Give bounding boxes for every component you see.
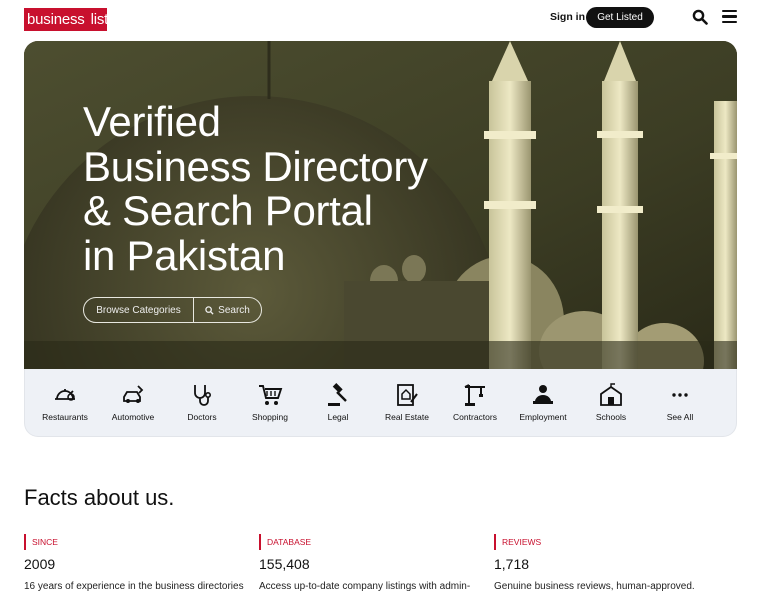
category-label: Automotive [111,412,155,422]
real-estate-icon [397,384,418,406]
category-bar: Restaurants Automotive Doctors Shopping … [24,369,737,437]
automotive-icon [123,385,144,403]
category-label: Contractors [453,412,497,422]
category-real-estate[interactable]: Real Estate [373,382,441,422]
fact-value: 2009 [24,556,56,572]
get-listed-button[interactable]: Get Listed [586,7,654,28]
employee-icon [533,385,553,404]
category-label: Schools [595,412,627,422]
stethoscope-icon [194,385,211,406]
category-restaurants[interactable]: Restaurants [31,382,99,422]
category-automotive[interactable]: Automotive [99,382,167,422]
category-label: Restaurants [42,412,88,422]
category-see-all[interactable]: See All [646,382,714,422]
school-icon [600,383,622,406]
hero-title: Verified Business Directory & Search Por… [83,98,503,279]
category-employment[interactable]: Employment [509,382,577,422]
hero-title-line: in Pakistan [83,231,286,279]
facts-heading: Facts about us. [24,485,175,510]
search-icon[interactable] [692,9,708,25]
site-header: business list Sign in Get Listed [0,0,760,40]
hamburger-menu-icon[interactable] [722,10,737,24]
hero-search-label: Search [218,304,250,316]
logo-text-list: list [90,11,109,28]
hero-title-line: Business Directory [83,142,428,190]
sign-in-link[interactable]: Sign in [550,11,585,23]
shopping-cart-icon [259,385,283,405]
fact-tag: REVIEWS [494,534,719,550]
fact-database: DATABASE 155,408 Access up-to-date compa… [259,534,484,595]
browse-categories-button[interactable]: Browse Categories [84,298,194,322]
fact-reviews: REVIEWS 1,718 Genuine business reviews, … [494,534,719,595]
category-label: Shopping [252,412,288,422]
category-schools[interactable]: Schools [577,382,645,422]
category-doctors[interactable]: Doctors [168,382,236,422]
logo-text-business: business [27,11,85,28]
fact-since: SINCE 2009 16 years of experience in the… [24,534,249,595]
category-shopping[interactable]: Shopping [236,382,304,422]
hero-search-button[interactable]: Search [194,298,261,322]
category-label: Doctors [187,412,217,422]
more-icon [672,393,688,397]
fact-tag: DATABASE [259,534,484,550]
restaurant-icon [55,389,75,401]
hero-search-bar: Browse Categories Search [83,297,262,323]
fact-description: Access up-to-date company listings with … [259,581,471,592]
fact-tag: SINCE [24,534,249,550]
gavel-icon [328,383,347,406]
category-label: Real Estate [385,412,429,422]
search-icon [205,305,214,315]
category-label: Employment [519,412,567,422]
fact-value: 155,408 [259,556,310,572]
fact-description: Genuine business reviews, human-approved… [494,581,695,592]
logo[interactable]: business list [24,8,109,31]
category-label: See All [666,412,694,422]
category-contractors[interactable]: Contractors [441,382,509,422]
crane-icon [464,384,485,406]
hero-title-line: & Search Portal [83,187,373,234]
hero-title-line: Verified [83,98,221,145]
fact-description: 16 years of experience in the business d… [24,581,244,592]
hero-banner: Verified Business Directory & Search Por… [24,41,737,369]
category-label: Legal [327,412,349,422]
fact-value: 1,718 [494,556,530,572]
category-legal[interactable]: Legal [304,382,372,422]
